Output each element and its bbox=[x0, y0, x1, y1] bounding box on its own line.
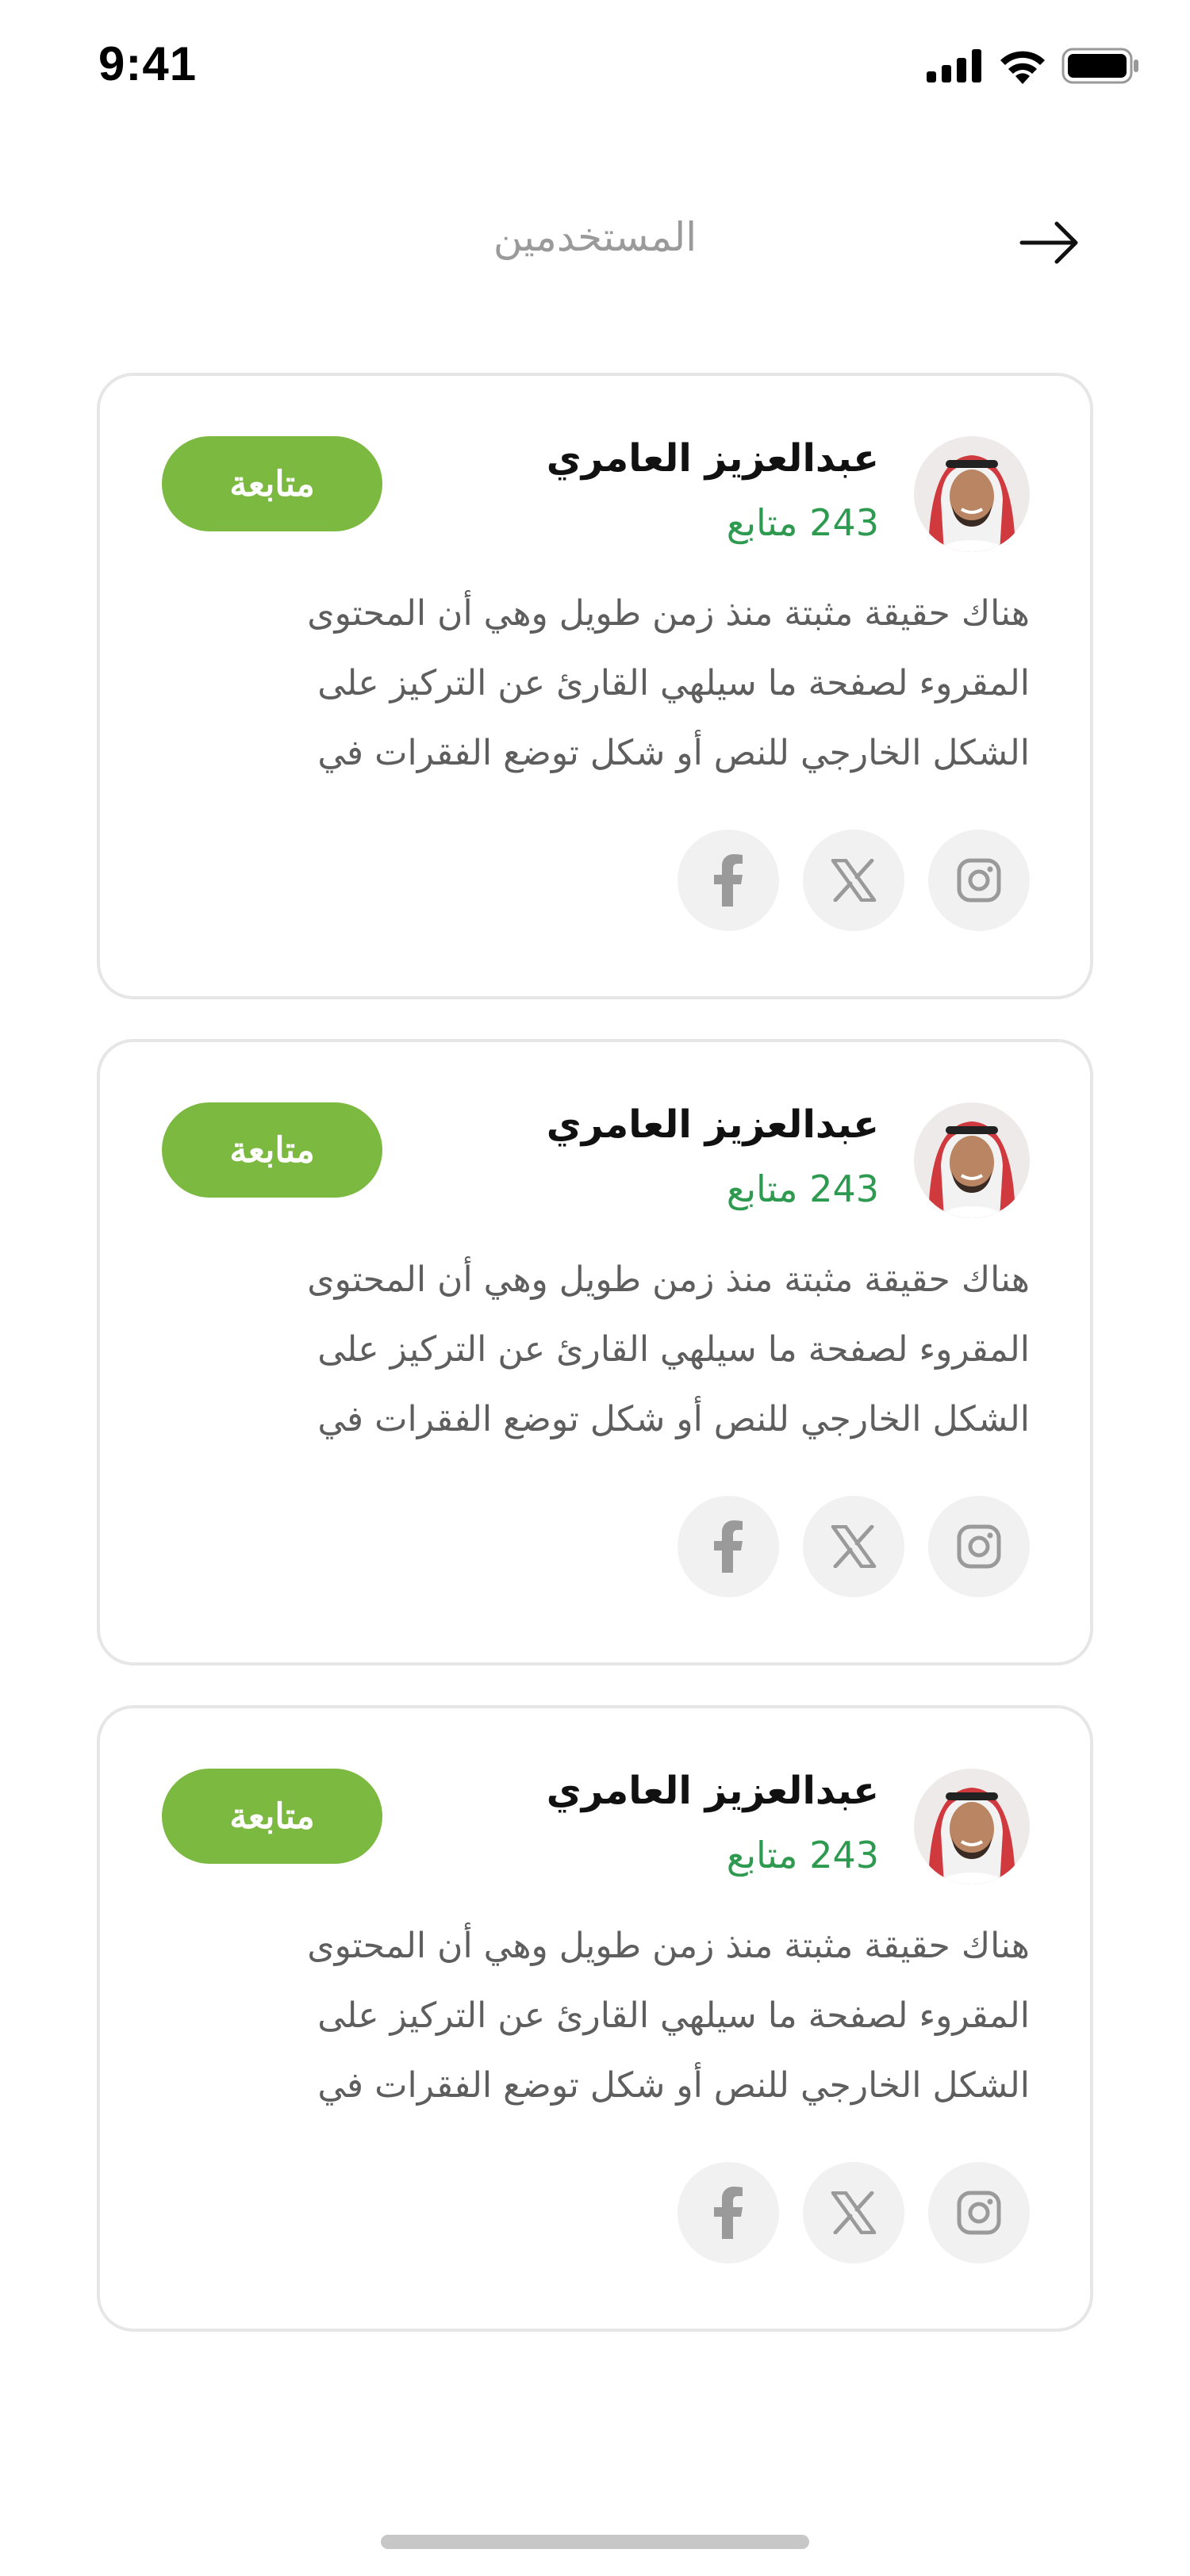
cellular-signal-icon bbox=[927, 49, 981, 82]
social-links bbox=[678, 2162, 1030, 2264]
facebook-button[interactable] bbox=[678, 830, 779, 931]
x-icon bbox=[831, 859, 877, 902]
user-bio: هناك حقيقة مثبتة منذ زمن طويل وهي أن الم… bbox=[157, 1911, 1030, 2121]
user-bio: هناك حقيقة مثبتة منذ زمن طويل وهي أن الم… bbox=[157, 1245, 1030, 1455]
back-arrow-icon[interactable] bbox=[1019, 219, 1082, 266]
user-bio: هناك حقيقة مثبتة منذ زمن طويل وهي أن الم… bbox=[157, 579, 1030, 788]
user-card: عبدالعزيز العامري 243 متابع متابعة هناك … bbox=[97, 373, 1093, 999]
user-name: عبدالعزيز العامري bbox=[546, 1102, 879, 1147]
home-indicator[interactable] bbox=[381, 2535, 809, 2549]
follow-button[interactable]: متابعة bbox=[162, 1102, 382, 1198]
followers-count: 243 متابع bbox=[726, 1167, 879, 1210]
follow-button[interactable]: متابعة bbox=[162, 1769, 382, 1864]
x-button[interactable] bbox=[803, 830, 904, 931]
social-links bbox=[678, 830, 1030, 931]
x-button[interactable] bbox=[803, 1496, 904, 1597]
instagram-icon bbox=[957, 1524, 1001, 1569]
instagram-icon bbox=[957, 858, 1001, 903]
status-icons bbox=[927, 48, 1141, 84]
bio-line: هناك حقيقة مثبتة منذ زمن طويل وهي أن الم… bbox=[307, 593, 1030, 634]
instagram-icon bbox=[957, 2191, 1001, 2235]
user-name: عبدالعزيز العامري bbox=[546, 436, 879, 481]
instagram-button[interactable] bbox=[928, 830, 1030, 931]
x-icon bbox=[831, 1525, 877, 1568]
page-title: المستخدمين bbox=[493, 214, 697, 260]
user-list: عبدالعزيز العامري 243 متابع متابعة هناك … bbox=[97, 373, 1093, 2371]
user-card: عبدالعزيز العامري 243 متابع متابعة هناك … bbox=[97, 1039, 1093, 1666]
battery-icon bbox=[1061, 48, 1138, 84]
followers-count: 243 متابع bbox=[726, 501, 879, 544]
avatar[interactable] bbox=[914, 1102, 1030, 1218]
bio-line: المقروء لصفحة ما سيلهي القارئ عن التركيز… bbox=[317, 663, 1030, 703]
bio-line: الشكل الخارجي للنص أو شكل توضع الفقرات ف… bbox=[317, 1399, 1030, 1439]
facebook-icon bbox=[714, 1520, 743, 1573]
header: المستخدمين bbox=[0, 190, 1190, 293]
status-bar: 9:41 bbox=[0, 0, 1190, 135]
bio-line: المقروء لصفحة ما سيلهي القارئ عن التركيز… bbox=[317, 1329, 1030, 1370]
avatar[interactable] bbox=[914, 436, 1030, 552]
bio-line: الشكل الخارجي للنص أو شكل توضع الفقرات ف… bbox=[317, 2065, 1030, 2106]
facebook-icon bbox=[714, 2187, 743, 2239]
x-icon bbox=[831, 2191, 877, 2234]
bio-line: المقروء لصفحة ما سيلهي القارئ عن التركيز… bbox=[317, 1995, 1030, 2036]
wifi-icon bbox=[1000, 51, 1045, 84]
user-name: عبدالعزيز العامري bbox=[546, 1769, 879, 1813]
bio-line: هناك حقيقة مثبتة منذ زمن طويل وهي أن الم… bbox=[307, 1926, 1030, 1966]
status-time: 9:41 bbox=[98, 37, 198, 90]
followers-count: 243 متابع bbox=[726, 1834, 879, 1876]
bio-line: الشكل الخارجي للنص أو شكل توضع الفقرات ف… bbox=[317, 733, 1030, 773]
x-button[interactable] bbox=[803, 2162, 904, 2264]
facebook-icon bbox=[714, 854, 743, 907]
facebook-button[interactable] bbox=[678, 1496, 779, 1597]
social-links bbox=[678, 1496, 1030, 1597]
instagram-button[interactable] bbox=[928, 1496, 1030, 1597]
avatar[interactable] bbox=[914, 1769, 1030, 1884]
bio-line: هناك حقيقة مثبتة منذ زمن طويل وهي أن الم… bbox=[307, 1259, 1030, 1300]
follow-button[interactable]: متابعة bbox=[162, 436, 382, 531]
instagram-button[interactable] bbox=[928, 2162, 1030, 2264]
user-card: عبدالعزيز العامري 243 متابع متابعة هناك … bbox=[97, 1705, 1093, 2332]
facebook-button[interactable] bbox=[678, 2162, 779, 2264]
